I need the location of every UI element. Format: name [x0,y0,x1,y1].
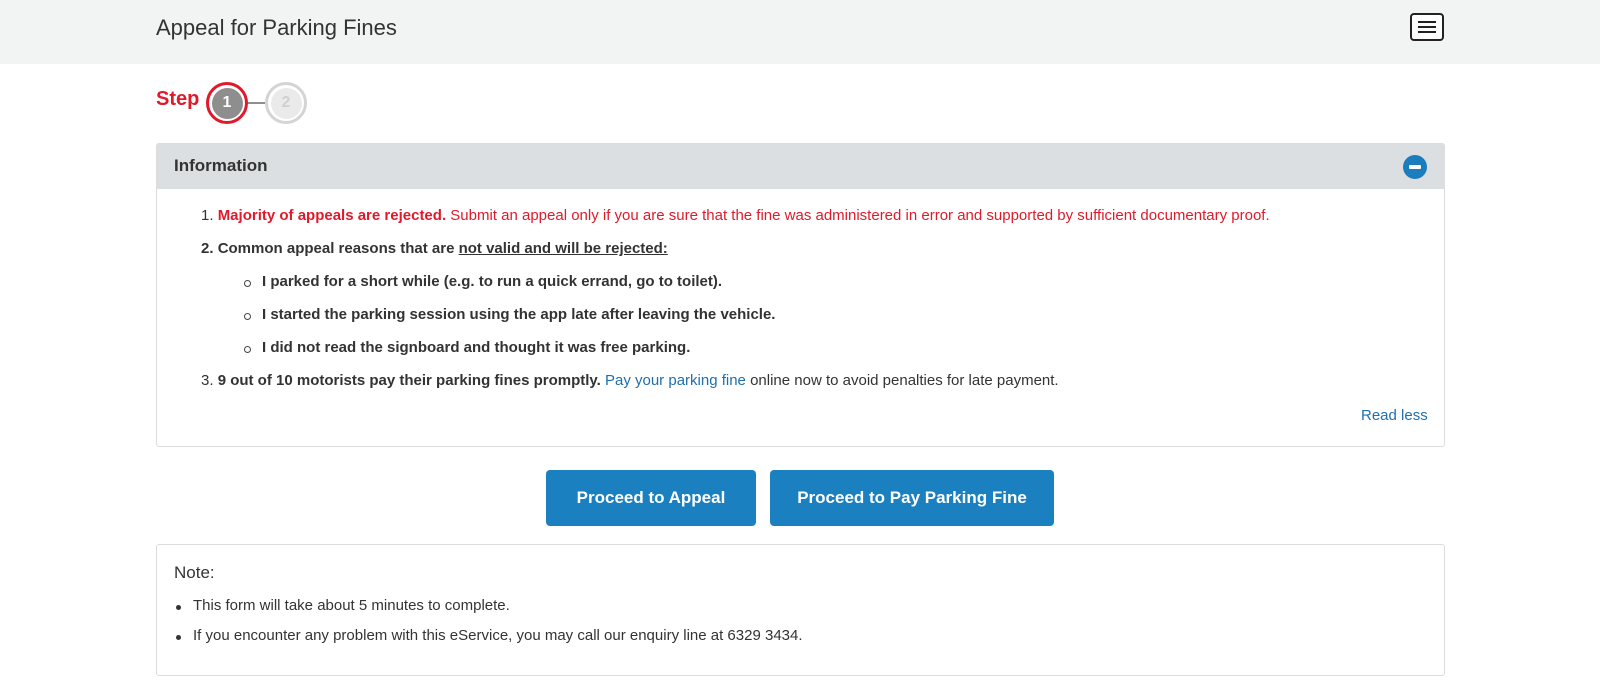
info-item-3-text: online now to avoid penalties for late p… [745,372,1059,389]
info-item-3-bold: 9 out of 10 motorists pay their parking … [217,372,601,389]
information-title: Information [174,156,268,175]
information-panel-header[interactable]: Information [157,144,1444,189]
info-item-2-number: 2. [201,240,214,257]
step-connector [248,102,265,104]
bullet-icon [176,635,181,640]
note-panel: Note: This form will take about 5 minute… [156,544,1445,676]
info-item-2: 2. Common appeal reasons that are not va… [201,240,668,257]
bullet-icon [244,313,251,320]
menu-line [1418,31,1436,33]
note-title: Note: [174,563,215,582]
read-less-link[interactable]: Read less [1361,407,1428,424]
info-item-1-number: 1. [201,207,214,224]
note-item-1: This form will take about 5 minutes to c… [193,597,510,614]
invalid-reason-3: I did not read the signboard and thought… [262,339,691,356]
information-panel: Information 1. Majority of appeals are r… [156,143,1445,447]
info-item-1: 1. Majority of appeals are rejected. Sub… [201,207,1270,224]
bullet-icon [176,605,181,610]
menu-line [1418,26,1436,28]
info-item-3: 3. 9 out of 10 motorists pay their parki… [201,372,1059,389]
page-title: Appeal for Parking Fines [156,15,397,40]
proceed-to-appeal-button[interactable]: Proceed to Appeal [546,470,756,526]
info-item-3-number: 3. [201,372,214,389]
step-label: Step [156,88,200,110]
invalid-reason-1: I parked for a short while (e.g. to run … [262,273,723,290]
collapse-minus-icon[interactable] [1403,155,1427,179]
note-item-2: If you encounter any problem with this e… [193,627,803,644]
info-item-2-bold: Common appeal reasons that are [217,240,459,257]
step-2-number: 2 [270,87,302,119]
proceed-to-pay-button[interactable]: Proceed to Pay Parking Fine [770,470,1054,526]
step-2-indicator: 2 [265,82,307,124]
pay-parking-fine-link[interactable]: Pay your parking fine [605,372,746,389]
step-1-indicator: 1 [206,82,248,124]
info-item-2-underlined: not valid and will be rejected: [458,240,668,257]
info-item-1-bold: Majority of appeals are rejected. [217,207,447,224]
invalid-reason-2: I started the parking session using the … [262,306,776,323]
top-bar: Appeal for Parking Fines [0,0,1600,64]
info-item-1-text: Submit an appeal only if you are sure th… [446,207,1270,224]
bullet-icon [244,346,251,353]
bullet-icon [244,280,251,287]
menu-line [1418,21,1436,23]
hamburger-menu-icon[interactable] [1410,13,1444,41]
step-1-number: 1 [211,87,243,119]
